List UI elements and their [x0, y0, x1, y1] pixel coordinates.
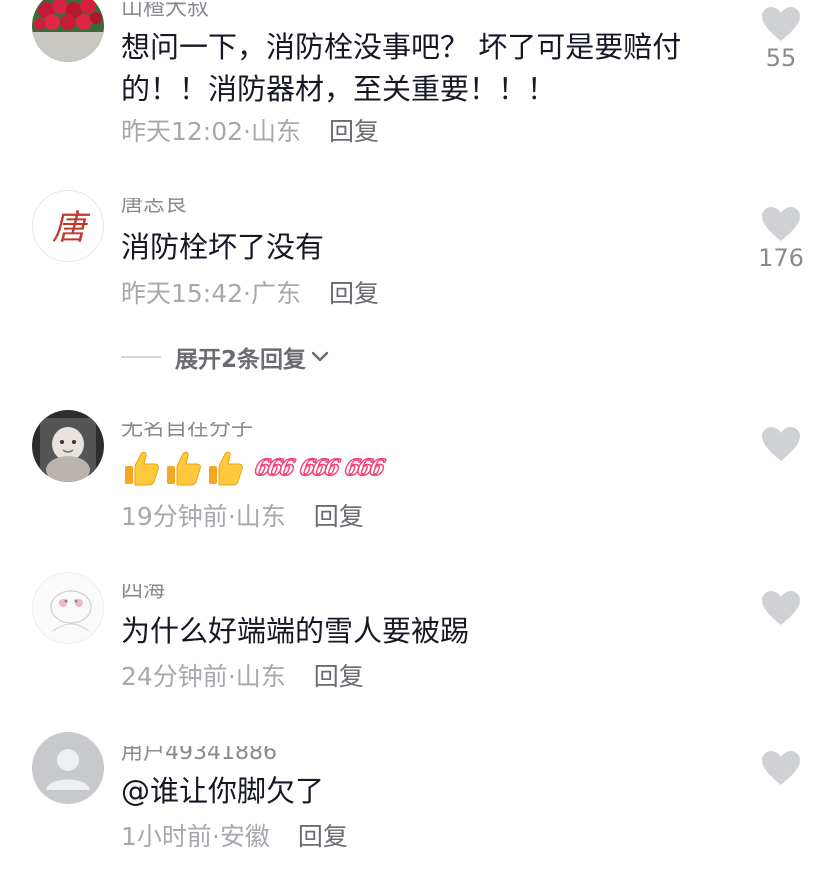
comment-meta: 24分钟前·山东 回复 [121, 657, 364, 693]
comment-username[interactable]: 唐志良 [121, 198, 187, 214]
comment-text: 想问一下，消防栓没事吧？ 坏了可是要赔付的！！消防器材，至关重要！！！ [121, 30, 682, 106]
tang-calligraphy-avatar-icon: 唐 [33, 191, 103, 261]
thumbs-up-icon [209, 451, 243, 486]
like-count: 176 [758, 244, 804, 272]
avatar-char: 唐 [52, 208, 91, 248]
meta-separator: · [243, 117, 251, 146]
thumbs-up-icon [125, 451, 159, 486]
emoji-row: 666 666 666 [121, 448, 385, 488]
comment-meta: 昨天12:02·山东 回复 [121, 112, 379, 148]
meta-separator: · [227, 662, 236, 691]
comment-time: 1小时前 [121, 822, 212, 851]
comment-username[interactable]: 山楂大叔 [121, 2, 209, 18]
chevron-down-icon [311, 351, 329, 362]
reply-button[interactable]: 回复 [329, 117, 379, 146]
expand-replies-label: 展开2条回复 [175, 347, 307, 373]
avatar[interactable] [32, 0, 104, 62]
comment-location: 山东 [235, 662, 286, 691]
heart-icon [762, 207, 800, 241]
comment-text: 为什么好端端的雪人要被踢 [121, 614, 470, 648]
meta-separator: · [211, 822, 220, 851]
comment-meta: 1小时前·安徽 回复 [121, 817, 348, 853]
comment-location: 安徽 [219, 822, 270, 851]
comment-time: 昨天12:02 [121, 117, 244, 146]
comment-text: @谁让你脚欠了 [121, 774, 325, 808]
red-roses-avatar-icon [32, 0, 104, 62]
expand-replies-button[interactable]: 展开2条回复 [121, 340, 330, 374]
comment-location: 山东 [251, 117, 302, 146]
like-button[interactable]: 55 [758, 6, 804, 72]
like-button[interactable] [758, 426, 804, 464]
comment-meta: 19分钟前·山东 回复 [121, 497, 364, 533]
comment-username[interactable]: 四海 [121, 584, 165, 600]
emoji-666: 666 [297, 454, 340, 482]
avatar[interactable] [32, 410, 104, 482]
heart-icon [762, 427, 800, 461]
comment-time: 24分钟前 [121, 662, 228, 691]
like-count: 55 [765, 44, 797, 72]
meta-separator: · [227, 502, 236, 531]
avatar[interactable] [32, 572, 104, 644]
comment-time: 昨天15:42 [121, 279, 244, 308]
heart-icon [762, 751, 800, 785]
reply-button[interactable]: 回复 [329, 279, 379, 308]
comment-meta: 昨天15:42·广东 回复 [121, 274, 379, 310]
like-button[interactable] [758, 750, 804, 788]
avatar[interactable]: 唐 [32, 190, 104, 262]
expand-divider [121, 356, 161, 358]
emoji-666: 666 [252, 454, 295, 482]
cartoon-drawing-avatar-icon [33, 573, 103, 643]
comment-location: 山东 [235, 502, 286, 531]
avatar[interactable] [32, 732, 104, 804]
heart-icon [762, 591, 800, 625]
comment-time: 19分钟前 [121, 502, 228, 531]
like-button[interactable] [758, 590, 804, 628]
reply-button[interactable]: 回复 [298, 822, 348, 851]
baby-photo-avatar-icon [32, 410, 104, 482]
comment-username[interactable]: 用户49341886 [121, 746, 277, 762]
emoji-666: 666 [342, 454, 385, 482]
comment-location: 广东 [251, 279, 302, 308]
like-button[interactable]: 176 [758, 206, 804, 272]
comment-text: 消防栓坏了没有 [121, 230, 325, 264]
comment-username[interactable]: 无名自在分子 [121, 422, 253, 438]
meta-separator: · [243, 279, 251, 308]
heart-icon [762, 7, 800, 41]
thumbs-up-icon [167, 451, 201, 486]
reply-button[interactable]: 回复 [314, 502, 364, 531]
reply-button[interactable]: 回复 [314, 662, 364, 691]
default-user-avatar-icon [32, 732, 104, 804]
